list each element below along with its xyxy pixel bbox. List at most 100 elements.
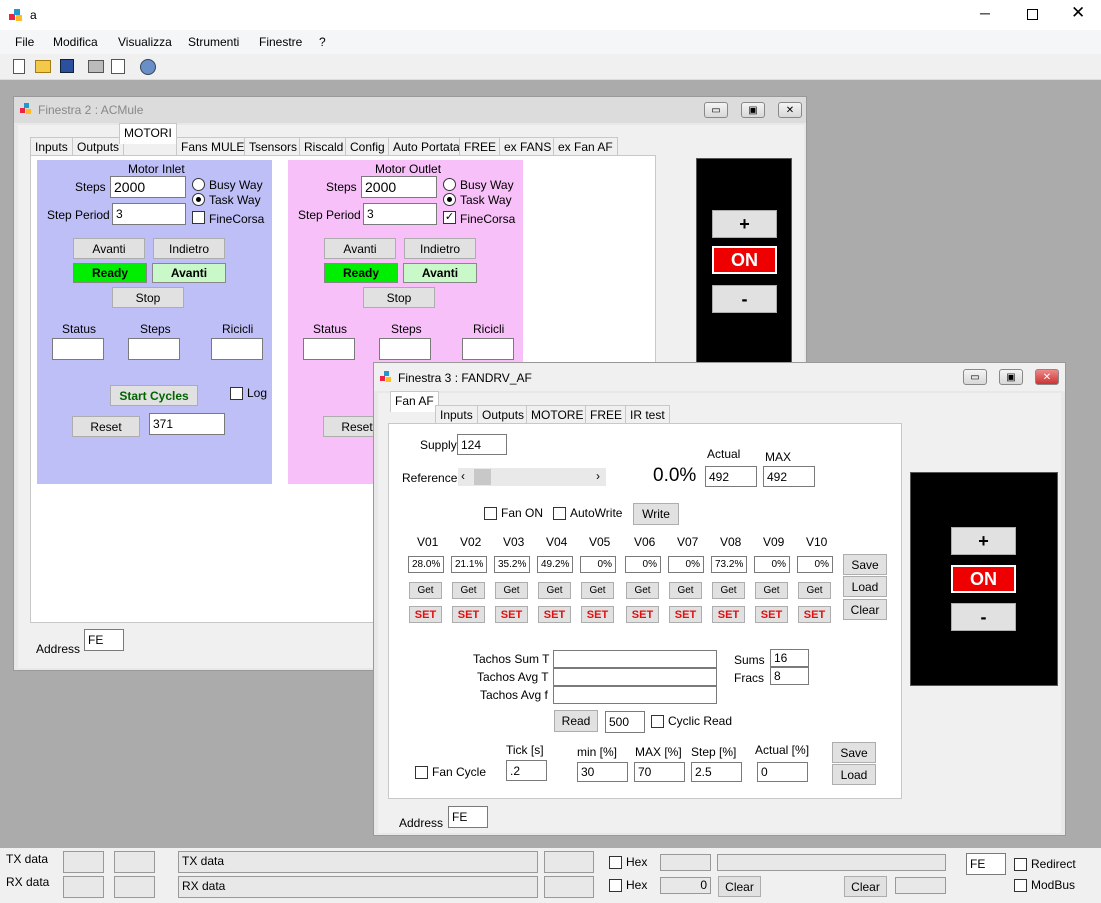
v-value-input[interactable]: 49.2% [537, 556, 573, 573]
steps-input[interactable]: 2000 [361, 176, 437, 198]
cyclic-read-checkbox[interactable] [651, 715, 664, 728]
set-button[interactable]: SET [495, 606, 528, 623]
actual-percent-input[interactable]: 0 [757, 762, 808, 782]
reset-button[interactable]: Reset [72, 416, 140, 437]
indietro-button[interactable]: Indietro [153, 238, 225, 259]
write-button[interactable]: Write [633, 503, 679, 525]
v-value-input[interactable]: 0% [668, 556, 704, 573]
stop-button[interactable]: Stop [363, 287, 435, 308]
tab-free[interactable]: FREE [459, 137, 502, 156]
stop-button[interactable]: Stop [112, 287, 184, 308]
tick-input[interactable]: .2 [506, 760, 547, 781]
start-cycles-button[interactable]: Start Cycles [110, 385, 198, 406]
new-icon[interactable] [13, 59, 25, 74]
set-button[interactable]: SET [712, 606, 745, 623]
tab-inputs[interactable]: Inputs [30, 137, 73, 156]
redirect-checkbox[interactable] [1014, 858, 1027, 871]
tab-ex-fans[interactable]: ex FANS [499, 137, 557, 156]
v-value-input[interactable]: 0% [625, 556, 661, 573]
v-value-input[interactable]: 73.2% [711, 556, 747, 573]
get-button[interactable]: Get [452, 582, 485, 599]
set-button[interactable]: SET [626, 606, 659, 623]
fracs-input[interactable]: 8 [770, 667, 809, 685]
chevron-right-icon[interactable]: › [596, 469, 600, 483]
steps-input[interactable]: 2000 [110, 176, 186, 198]
indietro-button[interactable]: Indietro [404, 238, 476, 259]
get-button[interactable]: Get [409, 582, 442, 599]
read-button[interactable]: Read [554, 710, 598, 732]
set-button[interactable]: SET [538, 606, 571, 623]
minus-button[interactable]: - [712, 285, 777, 313]
clear-rx-button[interactable]: Clear [718, 876, 761, 897]
autowrite-checkbox[interactable] [553, 507, 566, 520]
v-value-input[interactable]: 0% [754, 556, 790, 573]
v-value-input[interactable]: 35.2% [494, 556, 530, 573]
minimize-icon[interactable]: ─ [980, 5, 990, 21]
v-value-input[interactable]: 0% [580, 556, 616, 573]
tab-motore[interactable]: MOTORE [526, 405, 589, 424]
chevron-left-icon[interactable]: ‹ [461, 469, 465, 483]
sums-input[interactable]: 16 [770, 649, 809, 667]
print-icon[interactable] [88, 60, 104, 73]
on-button[interactable]: ON [712, 246, 777, 274]
get-button[interactable]: Get [626, 582, 659, 599]
reference-slider[interactable]: ‹ › [458, 468, 606, 486]
fan-cycle-checkbox[interactable] [415, 766, 428, 779]
get-button[interactable]: Get [712, 582, 745, 599]
tab-inputs[interactable]: Inputs [435, 405, 478, 424]
menu-file[interactable]: File [15, 35, 34, 49]
v-value-input[interactable]: 0% [797, 556, 833, 573]
get-button[interactable]: Get [581, 582, 614, 599]
avanti-button[interactable]: Avanti [324, 238, 396, 259]
print-preview-icon[interactable] [111, 59, 125, 74]
close-icon[interactable]: ✕ [1071, 3, 1085, 23]
finecorsa-checkbox[interactable] [192, 211, 205, 224]
max-percent-input[interactable]: 70 [634, 762, 685, 782]
close-button[interactable]: ✕ [1035, 369, 1059, 385]
v-value-input[interactable]: 28.0% [408, 556, 444, 573]
tab-ir-test[interactable]: IR test [625, 405, 670, 424]
busy-way-radio[interactable] [443, 178, 456, 191]
tab-motori[interactable]: MOTORI [119, 123, 177, 144]
set-button[interactable]: SET [581, 606, 614, 623]
busy-way-radio[interactable] [192, 178, 205, 191]
tab-outputs[interactable]: Outputs [72, 137, 125, 156]
tab-riscald[interactable]: Riscald [299, 137, 349, 156]
set-button[interactable]: SET [409, 606, 442, 623]
get-button[interactable]: Get [755, 582, 788, 599]
get-button[interactable]: Get [495, 582, 528, 599]
restore-button[interactable]: ▣ [741, 102, 765, 118]
on-button[interactable]: ON [951, 565, 1016, 593]
minimize-button[interactable]: ▭ [963, 369, 987, 385]
clear-button[interactable]: Clear [844, 876, 887, 897]
v-value-input[interactable]: 21.1% [451, 556, 487, 573]
menu-modifica[interactable]: Modifica [53, 35, 98, 49]
minimize-button[interactable]: ▭ [704, 102, 728, 118]
log-checkbox[interactable] [230, 387, 243, 400]
step-period-input[interactable]: 3 [363, 203, 437, 225]
save-cycle-button[interactable]: Save [832, 742, 876, 763]
set-button[interactable]: SET [452, 606, 485, 623]
open-icon[interactable] [35, 60, 51, 73]
menu-finestre[interactable]: Finestre [259, 35, 302, 49]
save-icon[interactable] [60, 59, 74, 73]
min-input[interactable]: 30 [577, 762, 628, 782]
maximize-icon[interactable] [1027, 9, 1038, 20]
tab-auto-portata[interactable]: Auto Portata [388, 137, 465, 156]
fan-on-checkbox[interactable] [484, 507, 497, 520]
hex-rx-checkbox[interactable] [609, 879, 622, 892]
about-icon[interactable] [140, 59, 156, 75]
slider-thumb[interactable] [474, 469, 491, 485]
step-period-input[interactable]: 3 [112, 203, 186, 225]
load-cycle-button[interactable]: Load [832, 764, 876, 785]
get-button[interactable]: Get [798, 582, 831, 599]
modbus-checkbox[interactable] [1014, 879, 1027, 892]
set-button[interactable]: SET [798, 606, 831, 623]
address-input[interactable]: FE [84, 629, 124, 651]
hex-tx-checkbox[interactable] [609, 856, 622, 869]
task-way-radio[interactable] [443, 193, 456, 206]
set-button[interactable]: SET [755, 606, 788, 623]
tab-config[interactable]: Config [345, 137, 390, 156]
plus-button[interactable]: + [712, 210, 777, 238]
supply-input[interactable]: 124 [457, 434, 507, 455]
